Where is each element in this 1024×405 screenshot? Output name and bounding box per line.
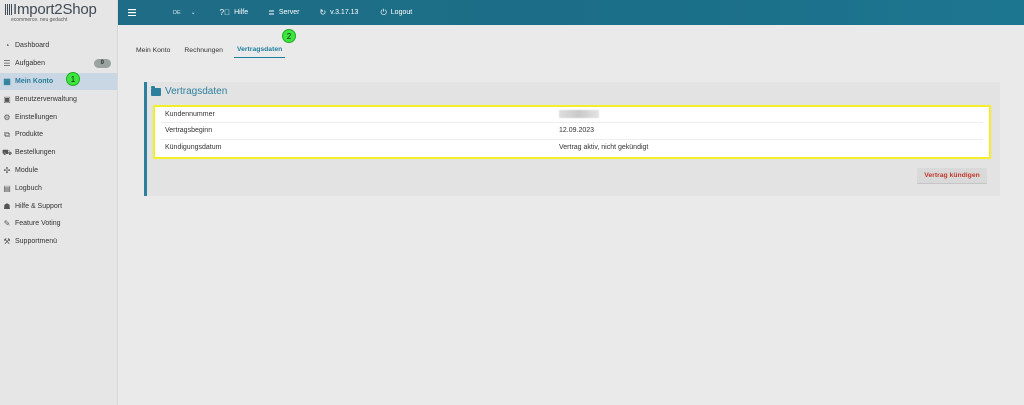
sidebar-item-label: Logbuch bbox=[15, 184, 42, 192]
logo-text: Import2Shop bbox=[13, 1, 97, 18]
server-label: Server bbox=[278, 9, 300, 16]
language-value: DE bbox=[173, 9, 181, 16]
tab-rechnungen[interactable]: Rechnungen bbox=[181, 47, 226, 58]
annotation-marker-2: 2 bbox=[282, 29, 296, 43]
sidebar-item-label: Benutzerverwaltung bbox=[15, 95, 77, 103]
log-icon: ▤ bbox=[3, 183, 11, 193]
row-key: Vertragsbeginn bbox=[165, 127, 213, 135]
gauge-icon: ◔ bbox=[4, 41, 10, 51]
table-row: Kundennummer bbox=[161, 107, 983, 124]
refresh-icon: ↻ bbox=[319, 8, 327, 17]
boxes-icon: ⧉ bbox=[4, 129, 10, 139]
annotation-marker-1: 1 bbox=[66, 72, 80, 86]
task-count-badge: 0 bbox=[93, 58, 111, 68]
sidebar-item-benutzerverwaltung[interactable]: ▣ Benutzerverwaltung bbox=[0, 90, 117, 108]
sidebar-item-label: Bestellungen bbox=[15, 149, 56, 157]
support-icon: ☗ bbox=[3, 201, 11, 211]
sidebar-item-aufgaben[interactable]: ☰ Aufgaben 0 bbox=[0, 55, 117, 73]
language-select[interactable]: DE ⌄ bbox=[173, 9, 196, 17]
sidebar-item-module[interactable]: ✣ Module bbox=[0, 162, 117, 180]
sidebar-item-label: Produkte bbox=[15, 131, 44, 139]
row-value bbox=[559, 109, 599, 120]
help-link[interactable]: ?⃝ Hilfe bbox=[220, 8, 248, 17]
tab-vertragsdaten[interactable]: Vertragsdaten bbox=[233, 46, 286, 58]
folder-icon bbox=[151, 85, 161, 96]
sidebar-item-label: Feature Voting bbox=[15, 220, 61, 228]
gears-icon: ⚙ bbox=[3, 112, 11, 122]
sidebar-item-dashboard[interactable]: ◔ Dashboard bbox=[0, 37, 117, 55]
contract-panel: Vertragsdaten Kundennummer Vertragsbegin… bbox=[144, 82, 1000, 196]
version-label: v.3.17.13 bbox=[330, 9, 359, 16]
server-icon: ≣ bbox=[268, 8, 275, 17]
logout-label: Logout bbox=[390, 9, 413, 16]
topbar: DE ⌄ ?⃝ Hilfe ≣ Server ↻ v.3.17.13 ⏻ Logout bbox=[118, 0, 1024, 25]
logo-tagline: ecommerce. neu gedacht bbox=[11, 17, 68, 23]
chevron-down-icon: ⌄ bbox=[190, 10, 196, 16]
sidebar-item-label: Mein Konto bbox=[15, 77, 54, 85]
sidebar-nav: ◔ Dashboard ☰ Aufgaben 0 ▦ Mein Konto ▣ Benut… bbox=[0, 37, 117, 251]
panel-title: Vertragsdaten bbox=[151, 85, 228, 97]
sidebar-item-label: Hilfe & Support bbox=[15, 202, 63, 210]
panel-title-text: Vertragsdaten bbox=[165, 86, 228, 97]
vote-icon: ✎ bbox=[3, 219, 11, 229]
sidebar-item-bestellungen[interactable]: ⛟ Bestellungen bbox=[0, 144, 117, 162]
sidebar-item-label: Aufgaben bbox=[15, 60, 45, 68]
account-icon: ▦ bbox=[3, 76, 11, 86]
sidebar: Import2Shop ecommerce. neu gedacht ◔ Dash… bbox=[0, 0, 118, 405]
question-circle-icon: ?⃝ bbox=[219, 8, 231, 17]
logo-bars-icon bbox=[5, 4, 12, 15]
cart-icon: ⛟ bbox=[1, 147, 13, 157]
sidebar-item-label: Einstellungen bbox=[15, 113, 58, 121]
server-link[interactable]: ≣ Server bbox=[268, 8, 299, 17]
hamburger-icon bbox=[128, 9, 136, 16]
row-key: Kundennummer bbox=[165, 111, 215, 119]
help-label: Hilfe bbox=[234, 9, 249, 16]
row-value: Vertrag aktiv, nicht gekündigt bbox=[559, 144, 649, 152]
sidebar-item-logbuch[interactable]: ▤ Logbuch bbox=[0, 179, 117, 197]
sidebar-item-supportmenu[interactable]: ⚒ Supportmenü bbox=[0, 233, 117, 251]
sidebar-item-label: Module bbox=[15, 166, 38, 174]
sidebar-item-produkte[interactable]: ⧉ Produkte bbox=[0, 126, 117, 144]
redacted-customer-number bbox=[559, 109, 599, 118]
sidebar-item-label: Supportmenü bbox=[15, 238, 58, 246]
modules-icon: ✣ bbox=[3, 165, 11, 175]
version-link[interactable]: ↻ v.3.17.13 bbox=[319, 8, 358, 17]
row-value: 12.09.2023 bbox=[559, 127, 595, 135]
row-key: Kündigungsdatum bbox=[165, 144, 222, 152]
list-icon: ☰ bbox=[3, 59, 11, 69]
tab-mein-konto[interactable]: Mein Konto bbox=[133, 47, 173, 58]
table-row: Kündigungsdatum Vertrag aktiv, nicht gek… bbox=[161, 140, 983, 156]
cancel-contract-button[interactable]: Vertrag kündigen bbox=[917, 168, 987, 184]
sidebar-item-einstellungen[interactable]: ⚙ Einstellungen bbox=[0, 108, 117, 126]
sidebar-item-label: Dashboard bbox=[15, 42, 50, 50]
wrench-icon: ⚒ bbox=[3, 237, 11, 247]
sidebar-item-hilfe-support[interactable]: ☗ Hilfe & Support bbox=[0, 197, 117, 215]
logo[interactable]: Import2Shop ecommerce. neu gedacht bbox=[0, 0, 117, 25]
users-icon: ▣ bbox=[3, 94, 11, 104]
table-row: Vertragsbeginn 12.09.2023 bbox=[161, 123, 983, 140]
logout-link[interactable]: ⏻ Logout bbox=[380, 8, 412, 18]
menu-toggle-button[interactable] bbox=[128, 9, 136, 16]
account-tabs: Mein Konto Rechnungen Vertragsdaten bbox=[133, 40, 293, 58]
sidebar-item-feature-voting[interactable]: ✎ Feature Voting bbox=[0, 215, 117, 233]
sidebar-item-mein-konto[interactable]: ▦ Mein Konto bbox=[0, 72, 117, 91]
power-icon: ⏻ bbox=[380, 7, 387, 17]
contract-table: Kundennummer Vertragsbeginn 12.09.2023 K… bbox=[153, 105, 991, 159]
